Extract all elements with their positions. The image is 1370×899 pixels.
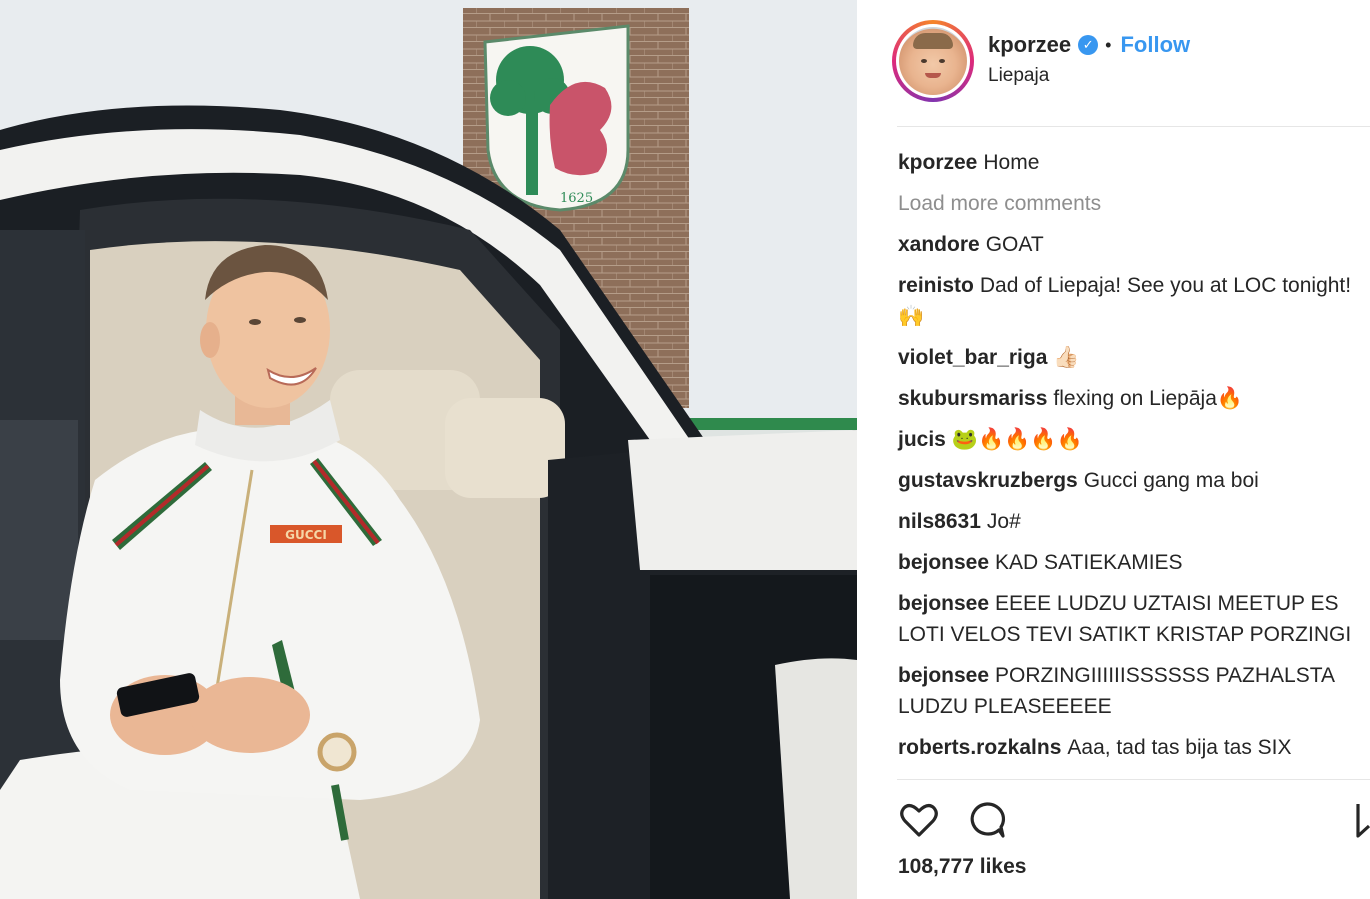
avatar-frame (896, 24, 970, 98)
post-username[interactable]: kporzee (988, 32, 1071, 58)
comment-text: flexing on Liepāja🔥 (1053, 387, 1244, 410)
comment-text: Jo# (986, 510, 1021, 533)
comment-username[interactable]: roberts.rozkalns (898, 736, 1061, 759)
avatar-eye-right (939, 59, 945, 63)
comment-username[interactable]: nils8631 (898, 510, 981, 533)
likes-count[interactable]: 108,777 likes (898, 855, 1026, 879)
verified-badge-icon: ✓ (1078, 35, 1099, 55)
avatar[interactable] (892, 20, 974, 102)
post-photo-illustration: 1625 GUCCI (0, 0, 857, 899)
avatar-image (899, 27, 967, 95)
comment-text: GOAT (985, 233, 1044, 256)
action-bar (897, 798, 1370, 846)
actions-divider (897, 779, 1370, 780)
avatar-hair (913, 33, 953, 49)
comment-text: Home (983, 151, 1040, 174)
comment-username[interactable]: bejonsee (898, 592, 989, 615)
comment-item: bejonsee EEEE LUDZU UZTAISI MEETUP ES LOT… (898, 588, 1368, 650)
post-header: kporzee ✓ • Follow Liepaja (857, 0, 1370, 128)
avatar-eye-left (921, 59, 927, 63)
comment-username[interactable]: reinisto (898, 274, 974, 297)
comments-list: kporzee Home Load more comments xandore GOAT… (898, 147, 1368, 773)
comment-item: bejonsee PORZINGIIIIIISSSSSS PAZHALSTA LU… (898, 660, 1368, 722)
comment-username[interactable]: kporzee (898, 151, 977, 174)
comment-text: KAD SATIEKAMIES (995, 551, 1183, 574)
load-more-comments-link[interactable]: Load more comments (898, 188, 1368, 219)
username-row: kporzee ✓ • Follow (988, 31, 1190, 59)
comment-item: violet_bar_riga 👍🏻 (898, 342, 1368, 373)
comment-username[interactable]: bejonsee (898, 551, 989, 574)
comment-item: reinisto Dad of Liepaja! See you at LOC t… (898, 270, 1368, 332)
emblem-year: 1625 (560, 191, 593, 206)
post-location[interactable]: Liepaja (988, 65, 1049, 87)
comment-text: Aaa, tad tas bija tas SIX (1067, 736, 1292, 759)
comment-item: roberts.rozkalns Aaa, tad tas bija tas SI… (898, 732, 1368, 763)
comment-bubble-icon[interactable] (965, 798, 1009, 847)
separator-dot: • (1105, 34, 1112, 55)
jacket-brand-label: GUCCI (285, 528, 327, 542)
comment-item: nils8631 Jo# (898, 506, 1368, 537)
post-sidebar: kporzee ✓ • Follow Liepaja kporzee Home Lo… (857, 0, 1370, 899)
heart-icon[interactable] (897, 798, 941, 847)
comment-text: 👍🏻 (1053, 346, 1080, 369)
comment-username[interactable]: gustavskruzbergs (898, 469, 1078, 492)
comment-text: 🐸🔥🔥🔥🔥 (951, 428, 1083, 451)
header-divider (897, 126, 1370, 127)
follow-button[interactable]: Follow (1120, 32, 1190, 58)
comment-item: jucis 🐸🔥🔥🔥🔥 (898, 424, 1368, 455)
comment-username[interactable]: jucis (898, 428, 946, 451)
comment-username[interactable]: skubursmariss (898, 387, 1047, 410)
comment-username[interactable]: bejonsee (898, 664, 989, 687)
bookmark-icon[interactable] (1355, 798, 1370, 847)
comment-username[interactable]: violet_bar_riga (898, 346, 1047, 369)
comment-text: Gucci gang ma boi (1083, 469, 1259, 492)
comment-username[interactable]: xandore (898, 233, 980, 256)
comment-item: skubursmariss flexing on Liepāja🔥 (898, 383, 1368, 414)
comment-item: kporzee Home (898, 147, 1368, 178)
comment-item: gustavskruzbergs Gucci gang ma boi (898, 465, 1368, 496)
comment-item: xandore GOAT (898, 229, 1368, 260)
comment-item: bejonsee KAD SATIEKAMIES (898, 547, 1368, 578)
avatar-mouth (925, 73, 941, 78)
post-photo[interactable]: 1625 GUCCI (0, 0, 857, 899)
